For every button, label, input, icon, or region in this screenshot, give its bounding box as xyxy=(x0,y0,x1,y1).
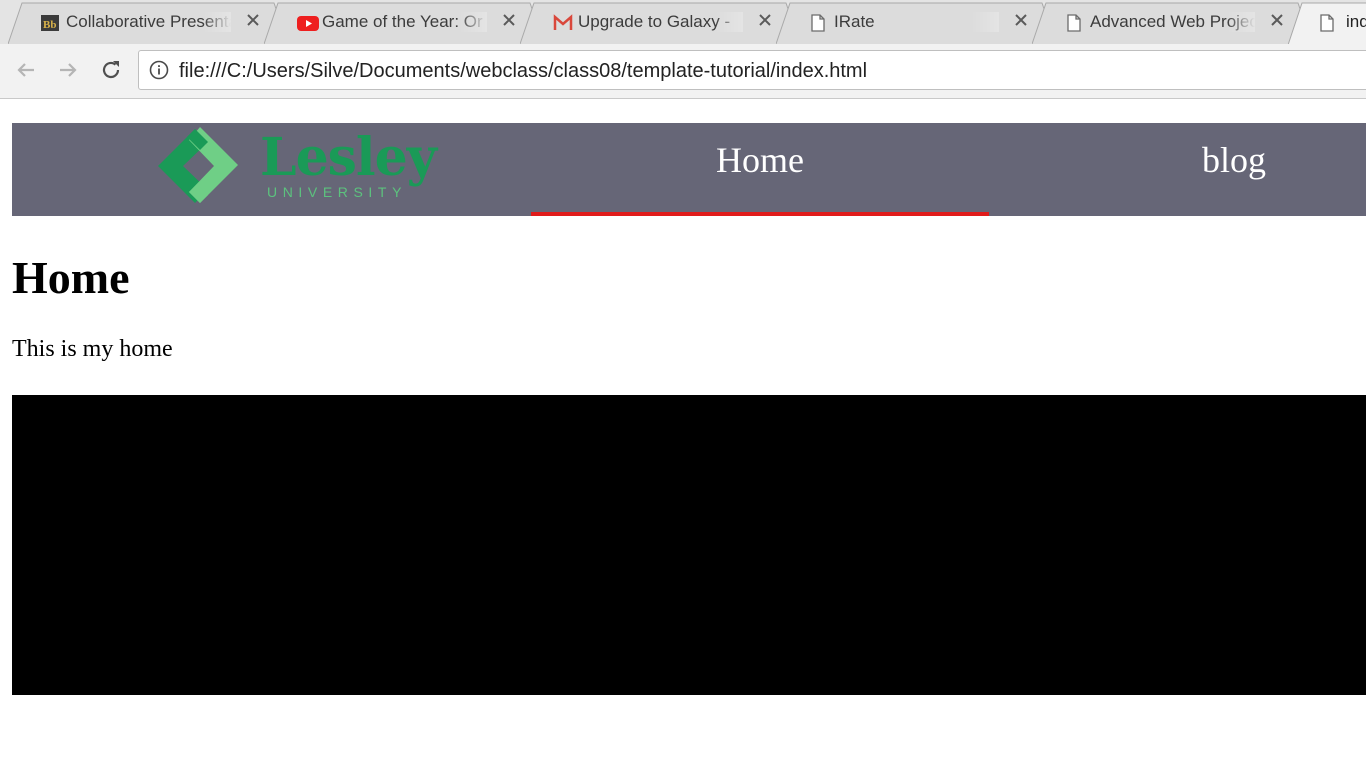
tab-title: index.html xyxy=(1346,12,1366,32)
black-content-block xyxy=(12,395,1366,695)
youtube-icon xyxy=(297,14,319,32)
page-heading: Home xyxy=(12,252,130,303)
logo-wordmark: Lesley xyxy=(260,127,437,188)
address-bar[interactable]: file:///C:/Users/Silve/Documents/webclas… xyxy=(138,50,1366,90)
reload-icon[interactable] xyxy=(99,58,123,82)
page-icon xyxy=(809,14,827,32)
nav-link-blog[interactable]: blog xyxy=(1162,123,1306,216)
browser-tab-index-active[interactable]: index.html xyxy=(1288,2,1366,44)
gmail-icon xyxy=(553,14,573,32)
tab-title: Advanced Web Project xyxy=(1090,12,1255,32)
svg-text:Bb: Bb xyxy=(43,19,56,31)
url-text[interactable]: file:///C:/Users/Silve/Documents/webclas… xyxy=(179,60,867,82)
blackboard-icon: Bb xyxy=(41,14,59,32)
tab-title: Game of the Year: Or xyxy=(322,12,487,32)
tab-strip: Bb Collaborative Presentation Game of th… xyxy=(0,0,1366,44)
close-tab-icon[interactable] xyxy=(246,13,260,27)
page-icon xyxy=(1318,14,1336,32)
logo-diamond-icon xyxy=(158,127,238,203)
nav-link-label: Home xyxy=(716,140,804,180)
info-icon[interactable] xyxy=(149,60,169,80)
browser-tab-collaborative[interactable]: Bb Collaborative Presentation xyxy=(8,2,288,44)
nav-link-home[interactable]: Home xyxy=(531,123,989,216)
page-icon xyxy=(1065,14,1083,32)
forward-arrow-icon[interactable] xyxy=(56,58,80,82)
browser-tab-irate[interactable]: IRate xyxy=(776,2,1056,44)
tab-title: IRate xyxy=(834,12,999,32)
tab-title: Upgrade to Galaxy - xyxy=(578,12,743,32)
browser-tab-advanced-web[interactable]: Advanced Web Project xyxy=(1032,2,1312,44)
back-arrow-icon[interactable] xyxy=(14,58,38,82)
active-nav-underline xyxy=(531,212,989,216)
close-tab-icon[interactable] xyxy=(1270,13,1284,27)
browser-tab-youtube[interactable]: Game of the Year: Or xyxy=(264,2,544,44)
lesley-logo[interactable]: Lesley UNIVERSITY xyxy=(152,123,452,216)
tab-title: Collaborative Presentation xyxy=(66,12,231,32)
close-tab-icon[interactable] xyxy=(1014,13,1028,27)
close-tab-icon[interactable] xyxy=(502,13,516,27)
logo-subtitle: UNIVERSITY xyxy=(267,184,408,200)
web-page: Lesley UNIVERSITY Home blog Home This is… xyxy=(0,100,1366,768)
page-paragraph: This is my home xyxy=(12,336,173,362)
nav-link-label: blog xyxy=(1201,140,1266,180)
browser-toolbar: file:///C:/Users/Silve/Documents/webclas… xyxy=(0,44,1366,99)
site-navbar: Lesley UNIVERSITY Home blog xyxy=(12,123,1366,216)
browser-tab-gmail[interactable]: Upgrade to Galaxy - xyxy=(520,2,800,44)
close-tab-icon[interactable] xyxy=(758,13,772,27)
